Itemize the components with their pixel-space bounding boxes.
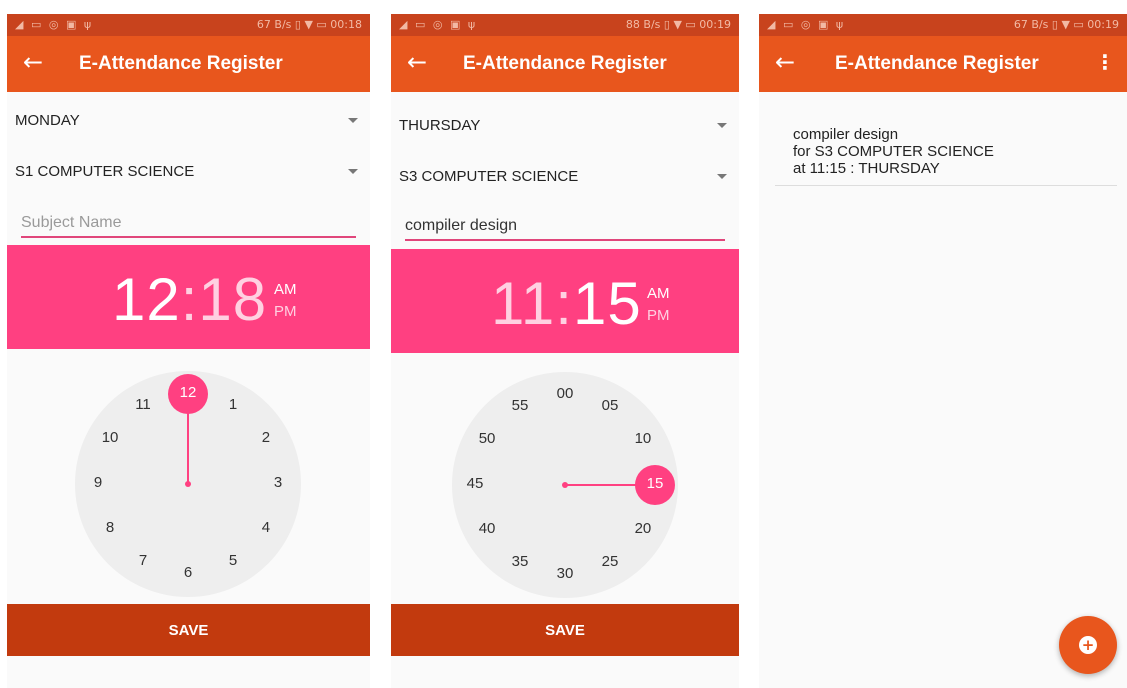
status-bar: ◢ ▭ ◎ ▣ ψ 67 B/s ▯ ▼ ▭ 00:19 xyxy=(759,14,1127,36)
dial-number-45[interactable]: 45 xyxy=(460,475,490,495)
app-title: E-Attendance Register xyxy=(79,53,283,74)
entry-class: for S3 COMPUTER SCIENCE xyxy=(793,143,994,160)
dial-number-3[interactable]: 3 xyxy=(263,474,293,494)
time-header: 12:18 AM PM xyxy=(7,245,370,349)
chevron-down-icon xyxy=(348,117,358,123)
add-subject-button[interactable]: + xyxy=(1059,616,1117,674)
dial-number-20[interactable]: 20 xyxy=(628,520,658,540)
minute-dial[interactable]: 00 05 10 15 20 25 30 35 40 45 50 55 xyxy=(452,372,678,598)
minute-value[interactable]: 15 xyxy=(573,270,642,337)
am-option[interactable]: AM xyxy=(647,283,670,305)
chevron-down-icon xyxy=(717,122,727,128)
time-display: 11:15 xyxy=(491,269,642,338)
time-separator: : xyxy=(180,266,199,333)
status-info: 88 B/s ▯ ▼ ▭ 00:19 xyxy=(625,18,731,31)
back-arrow-icon[interactable]: ← xyxy=(23,48,43,76)
pm-option[interactable]: PM xyxy=(274,301,297,323)
screen-add-subject-hour: ◢ ▭ ◎ ▣ ψ 67 B/s ▯ ▼ ▭ 00:18 ← E-Attenda… xyxy=(7,14,370,688)
app-bar: ← E-Attendance Register ⋮ xyxy=(759,36,1127,92)
dial-number-4[interactable]: 4 xyxy=(251,519,281,539)
dial-number-55[interactable]: 55 xyxy=(505,397,535,417)
ampm-toggle: AM PM xyxy=(274,279,297,323)
status-info: 67 B/s ▯ ▼ ▭ 00:19 xyxy=(1013,18,1119,31)
dial-number-05[interactable]: 05 xyxy=(595,397,625,417)
class-dropdown[interactable]: S3 COMPUTER SCIENCE xyxy=(399,156,729,196)
status-bar: ◢ ▭ ◎ ▣ ψ 88 B/s ▯ ▼ ▭ 00:19 xyxy=(391,14,739,36)
class-value: S3 COMPUTER SCIENCE xyxy=(399,167,579,185)
subject-input[interactable]: Subject Name xyxy=(21,206,356,238)
status-icons: ◢ ▭ ◎ ▣ ψ xyxy=(399,18,478,31)
save-button[interactable]: SAVE xyxy=(7,604,370,656)
class-dropdown[interactable]: S1 COMPUTER SCIENCE xyxy=(15,151,360,191)
app-bar: ← E-Attendance Register xyxy=(7,36,370,92)
subject-value: compiler design xyxy=(405,217,518,234)
app-title: E-Attendance Register xyxy=(463,53,667,74)
status-info: 67 B/s ▯ ▼ ▭ 00:18 xyxy=(256,18,362,31)
dial-number-8[interactable]: 8 xyxy=(95,519,125,539)
app-bar: ← E-Attendance Register xyxy=(391,36,739,92)
dial-number-30[interactable]: 30 xyxy=(550,565,580,585)
day-value: THURSDAY xyxy=(399,116,481,134)
back-arrow-icon[interactable]: ← xyxy=(407,48,427,76)
status-icons: ◢ ▭ ◎ ▣ ψ xyxy=(15,18,94,31)
dial-number-9[interactable]: 9 xyxy=(83,474,113,494)
dial-number-50[interactable]: 50 xyxy=(472,430,502,450)
dial-number-1[interactable]: 1 xyxy=(218,396,248,416)
hour-value[interactable]: 11 xyxy=(491,270,555,337)
dial-number-12[interactable]: 12 xyxy=(173,384,203,404)
more-vert-icon[interactable]: ⋮ xyxy=(1095,50,1115,74)
am-option[interactable]: AM xyxy=(274,279,297,301)
day-dropdown[interactable]: THURSDAY xyxy=(399,105,729,145)
pm-option[interactable]: PM xyxy=(647,305,670,327)
chevron-down-icon xyxy=(717,173,727,179)
save-button[interactable]: SAVE xyxy=(391,604,739,656)
time-separator: : xyxy=(555,270,573,337)
back-arrow-icon[interactable]: ← xyxy=(775,48,795,76)
dial-number-25[interactable]: 25 xyxy=(595,553,625,573)
dial-number-11[interactable]: 11 xyxy=(128,396,158,416)
app-title: E-Attendance Register xyxy=(835,53,1039,74)
dial-number-00[interactable]: 00 xyxy=(550,385,580,405)
dial-number-2[interactable]: 2 xyxy=(251,429,281,449)
screen-subject-list: ◢ ▭ ◎ ▣ ψ 67 B/s ▯ ▼ ▭ 00:19 ← E-Attenda… xyxy=(759,14,1127,688)
screen-add-subject-minute: ◢ ▭ ◎ ▣ ψ 88 B/s ▯ ▼ ▭ 00:19 ← E-Attenda… xyxy=(391,14,739,688)
dial-number-5[interactable]: 5 xyxy=(218,552,248,572)
hour-dial[interactable]: 12 1 2 3 4 5 6 7 8 9 10 11 xyxy=(75,371,301,597)
dial-center xyxy=(185,481,191,487)
dial-number-10[interactable]: 10 xyxy=(95,429,125,449)
dial-number-35[interactable]: 35 xyxy=(505,553,535,573)
dial-number-7[interactable]: 7 xyxy=(128,552,158,572)
dial-number-10[interactable]: 10 xyxy=(628,430,658,450)
dial-number-40[interactable]: 40 xyxy=(472,520,502,540)
day-value: MONDAY xyxy=(15,111,80,129)
dial-number-6[interactable]: 6 xyxy=(173,564,203,584)
entry-time: at 11:15 : THURSDAY xyxy=(793,160,940,177)
status-bar: ◢ ▭ ◎ ▣ ψ 67 B/s ▯ ▼ ▭ 00:18 xyxy=(7,14,370,36)
hour-value[interactable]: 12 xyxy=(112,266,181,333)
time-header: 11:15 AM PM xyxy=(391,249,739,353)
time-display: 12:18 xyxy=(112,265,267,334)
dial-number-15[interactable]: 15 xyxy=(640,475,670,495)
day-dropdown[interactable]: MONDAY xyxy=(15,100,360,140)
dial-center xyxy=(562,482,568,488)
chevron-down-icon xyxy=(348,168,358,174)
subject-input[interactable]: compiler design xyxy=(405,209,725,241)
minute-value[interactable]: 18 xyxy=(198,266,267,333)
list-item[interactable]: compiler design for S3 COMPUTER SCIENCE … xyxy=(775,124,1117,186)
ampm-toggle: AM PM xyxy=(647,283,670,327)
entry-subject: compiler design xyxy=(793,126,899,143)
add-icon: + xyxy=(1079,636,1097,654)
status-icons: ◢ ▭ ◎ ▣ ψ xyxy=(767,18,846,31)
subject-placeholder: Subject Name xyxy=(21,214,122,231)
class-value: S1 COMPUTER SCIENCE xyxy=(15,162,195,180)
